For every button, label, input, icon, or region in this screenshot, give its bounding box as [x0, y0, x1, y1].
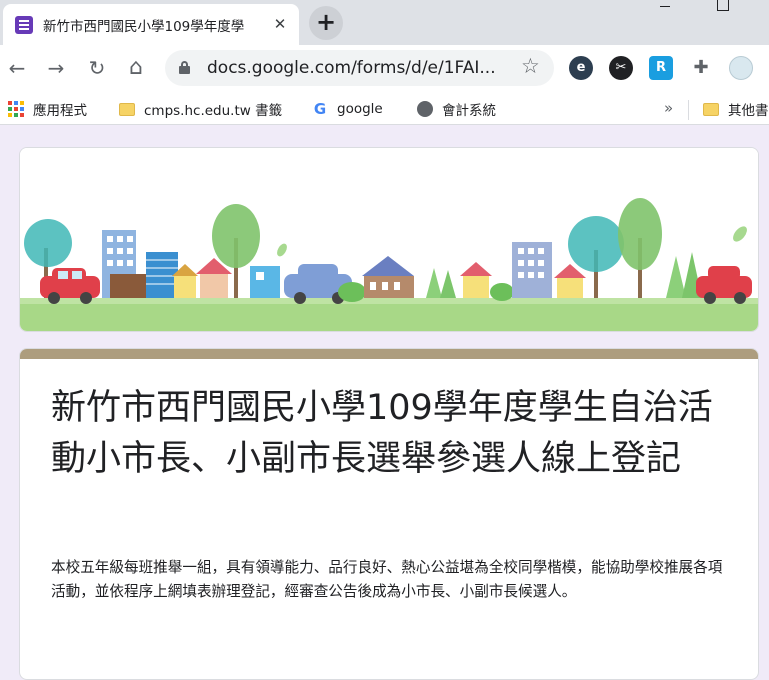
form-header-card: 新竹市西門國民小學109學年度學生自治活動小市長、小副市長選舉參選人線上登記 本… [19, 348, 759, 680]
apps-icon [8, 101, 24, 117]
folder-icon [703, 102, 719, 116]
tab-title: 新竹市西門國民小學109學年度學 [43, 18, 245, 35]
browser-toolbar: ← → ↻ ⌂ docs.google.com/forms/d/e/1FAI..… [0, 45, 769, 92]
bookmark-apps[interactable]: 應用程式 [8, 99, 87, 119]
globe-icon [417, 101, 433, 117]
form-page: 新竹市西門國民小學109學年度學生自治活動小市長、小副市長選舉參選人線上登記 本… [0, 126, 769, 680]
bookmark-label: google [337, 101, 383, 117]
puzzle-icon[interactable]: ✚ [689, 56, 713, 80]
reload-button[interactable]: ↻ [84, 55, 110, 81]
scissors-extension-icon[interactable]: ✂ [609, 56, 633, 80]
form-description: 本校五年級每班推舉一組，具有領導能力、品行良好、熱心公益堪為全校同學楷模，能協助… [51, 559, 723, 600]
form-title: 新竹市西門國民小學109學年度學生自治活動小市長、小副市長選舉參選人線上登記 [51, 388, 713, 479]
back-button[interactable]: ← [4, 55, 30, 81]
maximize-button[interactable] [717, 0, 729, 11]
bookmark-label: cmps.hc.edu.tw 書籤 [144, 103, 283, 119]
edge-extension-icon[interactable]: e [569, 56, 593, 80]
town-illustration [20, 148, 758, 331]
minimize-button[interactable] [660, 6, 670, 7]
profile-avatar[interactable] [729, 56, 753, 80]
bookmark-label: 會計系統 [442, 103, 496, 119]
bookmarks-bar: 應用程式 cmps.hc.edu.tw 書籤 G google 會計系統 » 其… [0, 92, 769, 125]
folder-icon [119, 102, 135, 116]
google-icon: G [313, 100, 327, 118]
bookmark-cmps[interactable]: cmps.hc.edu.tw 書籤 [119, 99, 282, 119]
header-banner-image [19, 147, 759, 332]
bookmark-other[interactable]: 其他書 [703, 99, 769, 119]
r-extension-icon[interactable]: R [649, 56, 673, 80]
url-text[interactable]: docs.google.com/forms/d/e/1FAI... [207, 58, 507, 78]
home-button[interactable]: ⌂ [123, 55, 149, 81]
close-tab-icon[interactable]: ✕ [271, 15, 289, 33]
new-tab-button[interactable]: + [309, 6, 343, 40]
bookmarks-divider [688, 100, 689, 120]
bookmarks-overflow-icon[interactable]: » [664, 99, 673, 117]
address-bar[interactable]: docs.google.com/forms/d/e/1FAI... ☆ [165, 50, 554, 86]
bookmark-label: 應用程式 [33, 103, 87, 119]
bookmark-label: 其他書 [728, 103, 769, 119]
google-forms-icon [15, 15, 33, 34]
tab-strip: 新竹市西門國民小學109學年度學 ✕ + [0, 0, 769, 45]
lock-icon[interactable] [179, 61, 190, 74]
bookmark-google[interactable]: G google [312, 99, 383, 119]
bookmark-star-icon[interactable]: ☆ [521, 54, 540, 78]
browser-tab[interactable]: 新竹市西門國民小學109學年度學 ✕ [3, 4, 299, 45]
theme-accent-bar [20, 349, 758, 359]
bookmark-accounting[interactable]: 會計系統 [417, 99, 496, 119]
forward-button[interactable]: → [43, 55, 69, 81]
